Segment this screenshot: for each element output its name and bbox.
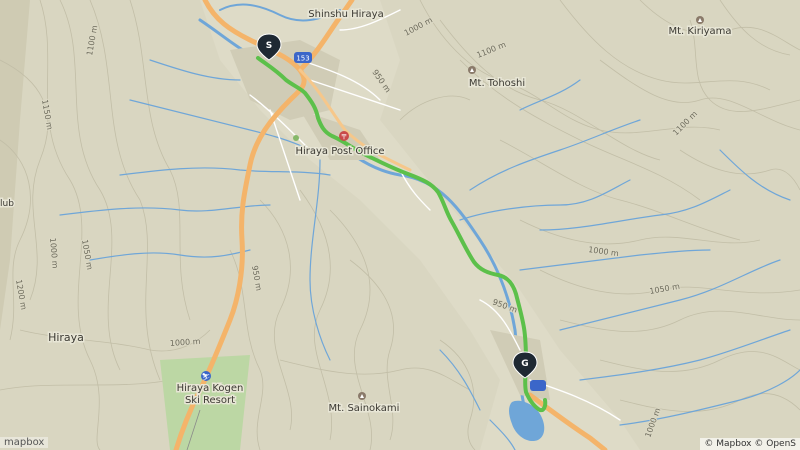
svg-text:⛷: ⛷	[202, 372, 211, 381]
post-office-icon: 〒	[339, 131, 349, 141]
peak-icon-kiriyama	[696, 16, 704, 24]
label-mt-sainokami: Mt. Sainokami	[329, 403, 400, 414]
route-shield-goal	[530, 380, 546, 391]
park-icon	[293, 135, 299, 141]
label-mt-tohoshi: Mt. Tohoshi	[469, 78, 525, 89]
map-canvas: 153 〒 ⛷ Shinshu Hiraya Hiraya Post Offic…	[0, 0, 800, 450]
label-shinshu-hiraya: Shinshu Hiraya	[308, 9, 383, 20]
label-club-fragment: lub	[0, 199, 14, 209]
mapbox-logo[interactable]: mapbox	[0, 437, 49, 448]
label-mt-kiriyama: Mt. Kiriyama	[668, 26, 731, 37]
route-153-shield: 153	[294, 52, 312, 63]
map-attribution[interactable]: © Mapbox © OpenS	[700, 438, 800, 450]
peak-icon-sainokami	[358, 392, 366, 400]
label-hiraya: Hiraya	[48, 331, 84, 344]
start-marker-label: S	[266, 41, 272, 51]
label-ski-resort-line1: Hiraya Kogen	[177, 383, 244, 394]
label-hiraya-post-office: Hiraya Post Office	[295, 146, 384, 157]
goal-marker-label: G	[521, 359, 528, 369]
map-view[interactable]: 153 〒 ⛷ Shinshu Hiraya Hiraya Post Offic…	[0, 0, 800, 450]
ski-resort-icon: ⛷	[201, 371, 211, 381]
svg-text:〒: 〒	[341, 133, 348, 141]
peak-icon-tohoshi	[468, 66, 476, 74]
route-153-label: 153	[296, 55, 309, 63]
label-ski-resort-line2: Ski Resort	[185, 395, 235, 406]
